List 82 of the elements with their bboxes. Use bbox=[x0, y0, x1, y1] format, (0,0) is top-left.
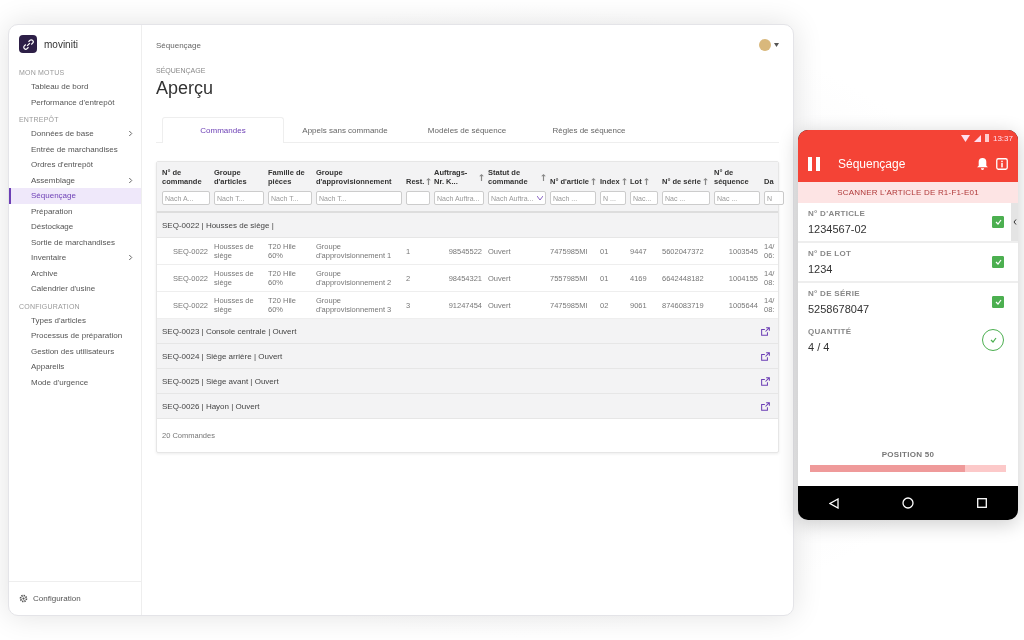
logo-text: moviniti bbox=[44, 38, 78, 50]
group-label: SEQ-0022 | Housses de siège | bbox=[162, 220, 274, 230]
scan-instruction: SCANNER L'ARTICLE DE R1-F1-E01 bbox=[798, 182, 1018, 203]
position-label: POSITION 50 bbox=[880, 450, 936, 459]
sidebar-item[interactable]: Archive bbox=[9, 265, 141, 281]
field-value: 1234567-02 bbox=[808, 223, 867, 235]
chevron-right-icon bbox=[128, 130, 133, 138]
sidebar-item[interactable]: Sortie de marchandises bbox=[9, 234, 141, 250]
tab[interactable]: Modèles de séquence bbox=[406, 117, 528, 143]
sidebar-item[interactable]: Calendrier d'usine bbox=[9, 281, 141, 297]
field-value: 1234 bbox=[808, 263, 834, 275]
checkbox[interactable] bbox=[992, 296, 1004, 308]
sidebar-item[interactable]: Inventaire bbox=[9, 250, 141, 266]
group-label: SEQ-0025 | Siège avant | Ouvert bbox=[162, 376, 279, 386]
external-link-icon[interactable] bbox=[761, 376, 770, 386]
tab[interactable]: Appels sans commande bbox=[284, 117, 406, 143]
sort-icon[interactable] bbox=[541, 173, 546, 181]
sidebar-item[interactable]: Processus de préparation bbox=[9, 328, 141, 344]
sidebar-item[interactable]: Données de base bbox=[9, 126, 141, 142]
settings-icon bbox=[19, 594, 28, 603]
sidebar-item[interactable]: Ordres d'entrepôt bbox=[9, 157, 141, 173]
external-link-icon[interactable] bbox=[761, 326, 770, 336]
group-row[interactable]: SEQ-0026 | Hayon | Ouvert bbox=[157, 394, 778, 419]
status-time: 13:37 bbox=[992, 133, 1013, 143]
sidebar-item[interactable]: Gestion des utilisateurs bbox=[9, 343, 141, 359]
filter-field[interactable] bbox=[406, 191, 430, 205]
sort-icon[interactable] bbox=[621, 178, 627, 185]
pause-icon[interactable] bbox=[808, 157, 820, 171]
checkbox[interactable] bbox=[992, 256, 1004, 268]
back-icon[interactable] bbox=[829, 497, 840, 509]
checkbox[interactable] bbox=[992, 216, 1004, 228]
sort-icon[interactable] bbox=[590, 178, 596, 185]
user-menu[interactable] bbox=[759, 39, 779, 51]
chevron-right-icon bbox=[128, 176, 133, 184]
info-icon[interactable] bbox=[996, 158, 1008, 170]
tab[interactable]: Commandes bbox=[162, 117, 284, 143]
field-value: 4 / 4 bbox=[808, 341, 831, 353]
group-label: SEQ-0026 | Hayon | Ouvert bbox=[162, 401, 260, 411]
sidebar-item[interactable]: Préparation bbox=[9, 203, 141, 219]
battery-icon bbox=[984, 134, 989, 142]
avatar-icon bbox=[759, 39, 771, 51]
sort-icon[interactable] bbox=[479, 173, 484, 181]
drawer-handle[interactable] bbox=[1011, 203, 1018, 241]
page-title: Aperçu bbox=[156, 78, 215, 99]
settings-link[interactable]: Configuration bbox=[9, 581, 141, 615]
sidebar-item[interactable]: Entrée de marchandises bbox=[9, 141, 141, 157]
sidebar-item[interactable]: Types d'articles bbox=[9, 312, 141, 328]
sidebar-item[interactable]: Tableau de bord bbox=[9, 79, 141, 95]
home-icon[interactable] bbox=[902, 497, 914, 509]
sort-icon[interactable] bbox=[426, 178, 432, 185]
wifi-icon bbox=[960, 134, 970, 142]
app-title: Séquençage bbox=[838, 157, 907, 171]
dropdown-icon bbox=[537, 196, 543, 200]
breadcrumb: Séquençage bbox=[156, 40, 201, 50]
group-label: SEQ-0023 | Console centrale | Ouvert bbox=[162, 326, 297, 336]
sidebar-item[interactable]: Appareils bbox=[9, 359, 141, 375]
group-row[interactable]: SEQ-0022 | Housses de siège | bbox=[157, 213, 778, 238]
sort-icon[interactable] bbox=[702, 178, 708, 185]
sort-icon[interactable] bbox=[643, 178, 649, 185]
group-label: SEQ-0024 | Siège arrière | Ouvert bbox=[162, 351, 283, 361]
sidebar-item[interactable]: Séquençage bbox=[9, 188, 141, 204]
chevron-right-icon bbox=[128, 254, 133, 262]
field-label: QUANTITÉ bbox=[808, 327, 852, 336]
caret-icon bbox=[774, 43, 779, 47]
group-row[interactable]: SEQ-0023 | Console centrale | Ouvert bbox=[157, 319, 778, 344]
recents-icon[interactable] bbox=[976, 498, 987, 508]
logo-icon bbox=[19, 35, 37, 53]
external-link-icon[interactable] bbox=[761, 401, 770, 411]
field-label: N° D'ARTICLE bbox=[808, 209, 867, 218]
sidebar-item[interactable]: Mode d'urgence bbox=[9, 374, 141, 390]
group-row[interactable]: SEQ-0024 | Siège arrière | Ouvert bbox=[157, 344, 778, 369]
bell-icon[interactable] bbox=[977, 158, 988, 170]
sidebar-item[interactable]: Assemblage bbox=[9, 172, 141, 188]
signal-icon bbox=[973, 134, 981, 142]
sidebar-item[interactable]: Déstockage bbox=[9, 219, 141, 235]
field-value: 5258678047 bbox=[808, 303, 870, 315]
group-row[interactable]: SEQ-0025 | Siège avant | Ouvert bbox=[157, 369, 778, 394]
tab[interactable]: Règles de séquence bbox=[528, 117, 650, 143]
field-label: N° DE LOT bbox=[808, 249, 852, 258]
field-label: N° DE SÉRIE bbox=[808, 289, 861, 298]
sidebar-item[interactable]: Performance d'entrepôt bbox=[9, 94, 141, 110]
external-link-icon[interactable] bbox=[761, 351, 770, 361]
